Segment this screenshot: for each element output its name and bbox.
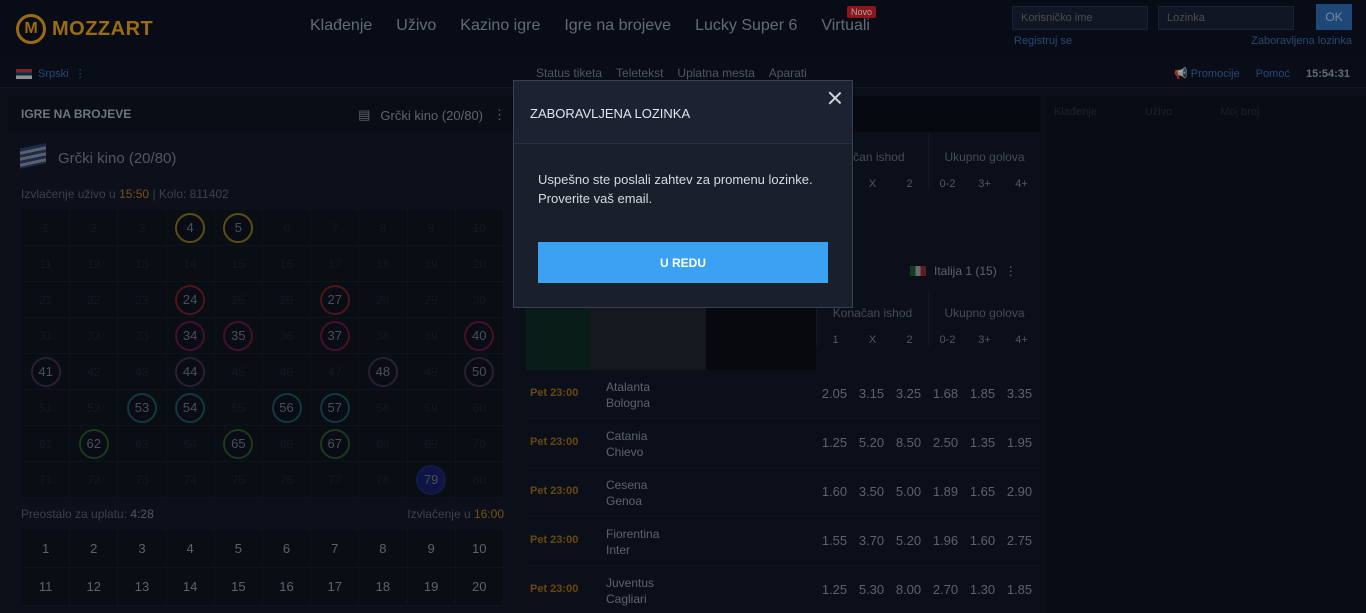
close-icon[interactable] — [826, 89, 844, 107]
modal-message: Uspešno ste poslali zahtev za promenu lo… — [538, 170, 828, 208]
ok-button[interactable]: U REDU — [538, 242, 828, 283]
modal-header: ZABORAVLJENA LOZINKA — [514, 81, 852, 144]
modal-body: Uspešno ste poslali zahtev za promenu lo… — [514, 144, 852, 307]
modal-title: ZABORAVLJENA LOZINKA — [530, 106, 691, 121]
modal-message-line2: Proverite vaš email. — [538, 191, 653, 206]
app-root: M MOZZART Klađenje Uživo Kazino igre Igr… — [0, 0, 1366, 613]
forgot-password-modal: ZABORAVLJENA LOZINKA Uspešno ste poslali… — [513, 80, 853, 308]
modal-message-line1: Uspešno ste poslali zahtev za promenu lo… — [538, 172, 813, 187]
